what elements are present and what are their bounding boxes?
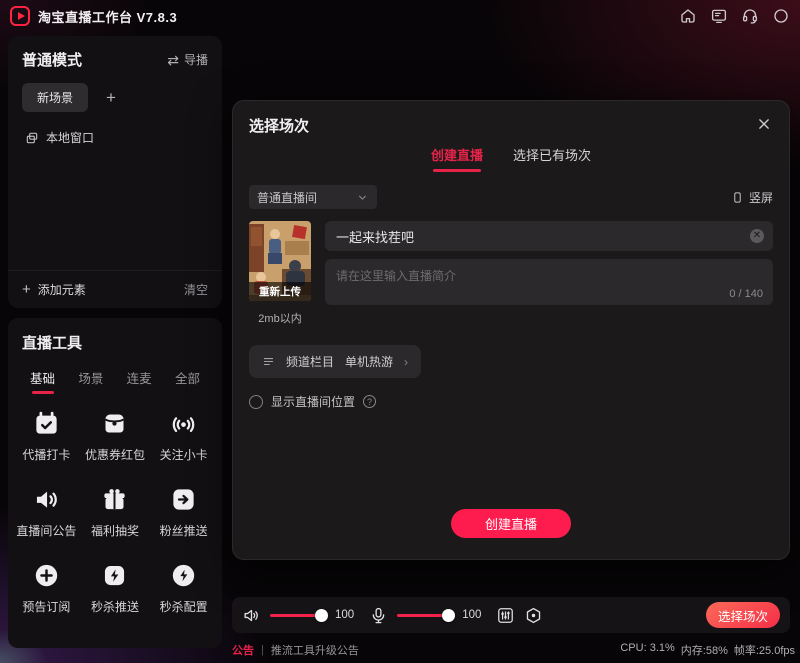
notice-tag: 公告 <box>232 642 254 658</box>
add-scene-button[interactable]: + <box>106 89 116 106</box>
add-element-button[interactable]: + 添加元素 <box>22 281 86 298</box>
lightning-square-icon <box>101 562 128 589</box>
mic-volume-value: 100 <box>462 609 481 621</box>
clear-input-icon[interactable]: ✕ <box>750 229 764 243</box>
monitor-icon[interactable] <box>710 7 728 25</box>
plus-circle-icon <box>33 562 60 589</box>
tool-follow-card[interactable]: 关注小卡 <box>149 410 218 463</box>
coupon-icon <box>101 410 128 437</box>
mode-title: 普通模式 <box>22 49 82 70</box>
select-session-modal: 选择场次 创建直播 选择已有场次 普通直播间 竖屏 <box>232 100 790 560</box>
live-title-input[interactable] <box>325 221 773 251</box>
chevron-down-icon <box>356 191 369 204</box>
tool-announcement[interactable]: 直播间公告 <box>12 486 81 539</box>
home-icon[interactable] <box>679 7 697 25</box>
select-session-button[interactable]: 选择场次 <box>706 602 780 628</box>
gift-icon <box>101 486 128 513</box>
tool-checkin[interactable]: 代播打卡 <box>12 410 81 463</box>
add-element-label: 添加元素 <box>38 281 86 298</box>
character-counter: 0 / 140 <box>729 288 763 300</box>
lightning-circle-icon <box>170 562 197 589</box>
clear-button[interactable]: 清空 <box>184 281 208 298</box>
system-stats: CPU: 3.1% 内存:58% 帧率:25.0fps <box>620 642 795 658</box>
scenes-panel: 普通模式 ⇄ 导播 新场景 + 本地窗口 + 添加元素 清空 <box>8 36 222 308</box>
list-icon <box>262 355 275 368</box>
tab-all[interactable]: 全部 <box>175 368 200 394</box>
plus-icon: + <box>22 281 31 298</box>
create-live-button[interactable]: 创建直播 <box>451 509 571 538</box>
broadcast-icon <box>170 410 197 437</box>
source-item-local-window[interactable]: 本地窗口 <box>8 112 222 146</box>
live-tools-panel: 直播工具 基础 场景 连麦 全部 代播打卡 优惠券红包 关注小卡 直播间公告 福… <box>8 318 222 648</box>
modal-title: 选择场次 <box>249 115 309 136</box>
speaker-volume-icon[interactable] <box>242 606 261 625</box>
tool-preview-subscribe[interactable]: 预告订阅 <box>12 562 81 615</box>
slider-knob[interactable] <box>315 609 328 622</box>
speaker-volume-slider[interactable] <box>270 608 326 622</box>
show-location-checkbox[interactable] <box>249 395 263 409</box>
room-type-value: 普通直播间 <box>257 189 317 206</box>
speaker-icon <box>33 486 60 513</box>
help-icon[interactable]: ? <box>363 395 376 408</box>
tool-coupon[interactable]: 优惠券红包 <box>81 410 150 463</box>
source-label: 本地窗口 <box>46 129 94 146</box>
divider: | <box>261 644 264 656</box>
tab-basic[interactable]: 基础 <box>30 368 55 394</box>
upload-size-hint: 2mb以内 <box>249 310 311 326</box>
portrait-mode-toggle[interactable]: 竖屏 <box>731 189 773 206</box>
tools-tabs: 基础 场景 连麦 全部 <box>8 353 222 394</box>
channel-category-button[interactable]: 频道栏目 单机热游 › <box>249 345 421 378</box>
fps-stat: 帧率:25.0fps <box>734 642 795 658</box>
director-label: 导播 <box>184 51 208 68</box>
app-logo-icon <box>10 6 30 26</box>
chevron-right-icon: › <box>404 355 408 369</box>
tool-lottery[interactable]: 福利抽奖 <box>81 486 150 539</box>
headset-icon[interactable] <box>741 7 759 25</box>
calendar-check-icon <box>33 410 60 437</box>
microphone-icon[interactable] <box>369 606 388 625</box>
show-location-label: 显示直播间位置 <box>271 393 355 410</box>
slider-knob[interactable] <box>442 609 455 622</box>
tool-fan-push[interactable]: 粉丝推送 <box>149 486 218 539</box>
settings-gear-icon[interactable] <box>524 606 543 625</box>
live-description-textarea[interactable] <box>325 259 773 305</box>
window-titlebar: 淘宝直播工作台 V7.8.3 <box>0 0 800 32</box>
tab-scene[interactable]: 场景 <box>78 368 103 394</box>
channel-label: 频道栏目 <box>286 353 334 370</box>
cover-upload[interactable]: 重新上传 <box>249 221 311 301</box>
director-mode-button[interactable]: ⇄ 导播 <box>167 51 208 68</box>
channel-value: 单机热游 <box>345 353 393 370</box>
bottom-control-bar: 100 100 选择场次 <box>232 597 790 633</box>
mic-volume-slider[interactable] <box>397 608 453 622</box>
phone-portrait-icon <box>731 191 744 204</box>
status-bar: 公告 | 推流工具升级公告 CPU: 3.1% 内存:58% 帧率:25.0fp… <box>232 642 795 658</box>
arrow-right-square-icon <box>170 486 197 513</box>
speaker-volume-value: 100 <box>335 609 354 621</box>
tools-panel-title: 直播工具 <box>8 318 222 353</box>
cropped-edge-icon[interactable] <box>772 7 790 25</box>
tab-create-live[interactable]: 创建直播 <box>431 145 483 172</box>
close-icon[interactable] <box>755 115 773 133</box>
reupload-overlay[interactable]: 重新上传 <box>249 282 311 301</box>
tab-connect[interactable]: 连麦 <box>127 368 152 394</box>
tool-flash-config[interactable]: 秒杀配置 <box>149 562 218 615</box>
app-title: 淘宝直播工作台 V7.8.3 <box>38 7 177 26</box>
memory-stat: 内存:58% <box>681 642 728 658</box>
window-icon <box>25 131 39 145</box>
portrait-label: 竖屏 <box>749 189 773 206</box>
room-type-select[interactable]: 普通直播间 <box>249 185 377 209</box>
modal-tabs: 创建直播 选择已有场次 <box>233 145 789 172</box>
scene-tab-new[interactable]: 新场景 <box>22 83 88 112</box>
tool-grid: 代播打卡 优惠券红包 关注小卡 直播间公告 福利抽奖 粉丝推送 预告订阅 秒杀 <box>8 394 222 615</box>
audio-mixer-icon[interactable] <box>496 606 515 625</box>
swap-icon: ⇄ <box>167 53 179 67</box>
cpu-stat: CPU: 3.1% <box>620 642 674 658</box>
notice-link[interactable]: 推流工具升级公告 <box>271 642 359 658</box>
tool-flash-push[interactable]: 秒杀推送 <box>81 562 150 615</box>
tab-existing-session[interactable]: 选择已有场次 <box>513 145 591 172</box>
